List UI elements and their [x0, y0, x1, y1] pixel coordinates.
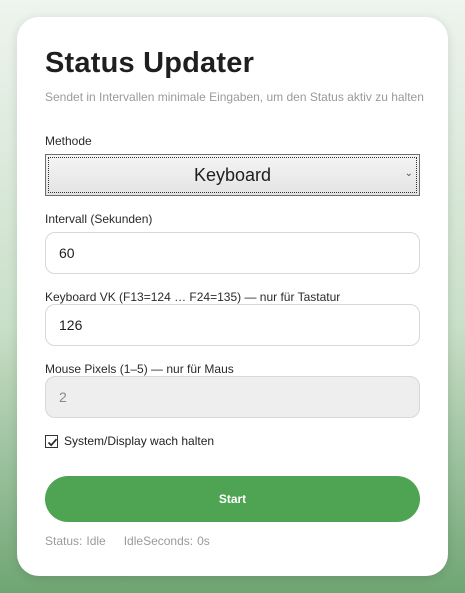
method-select[interactable]: Keyboard ⌄: [45, 154, 420, 196]
idle-seconds-value: 0s: [197, 534, 210, 548]
status-value: Idle: [86, 534, 106, 548]
page-title: Status Updater: [45, 47, 255, 79]
keyboard-vk-input[interactable]: 126: [45, 304, 420, 346]
keep-awake-checkbox[interactable]: [45, 434, 58, 448]
status-bar: Status: Idle IdleSeconds: 0s: [45, 534, 214, 548]
keyboard-vk-label: Keyboard VK (F13=124 … F24=135) — nur fü…: [45, 290, 341, 304]
status-label: Status:: [45, 534, 83, 548]
keep-awake-label: System/Display wach halten: [64, 434, 215, 448]
interval-input[interactable]: 60: [45, 232, 420, 274]
mouse-pixels-label: Mouse Pixels (1–5) — nur für Maus: [45, 362, 234, 376]
keep-awake-row[interactable]: System/Display wach halten: [45, 433, 214, 449]
method-label: Methode: [45, 134, 92, 148]
interval-label: Intervall (Sekunden): [45, 212, 153, 226]
method-selected-value: Keyboard: [193, 165, 272, 185]
main-card: Status Updater Sendet in Intervallen min…: [17, 17, 448, 576]
idle-seconds-label: IdleSeconds:: [123, 534, 194, 548]
checkmark-icon: [47, 438, 58, 446]
page-subtitle: Sendet in Intervallen minimale Eingaben,…: [45, 90, 424, 104]
start-button[interactable]: Start: [45, 476, 420, 522]
mouse-pixels-input: 2: [45, 376, 420, 418]
chevron-down-icon: ⌄: [404, 168, 413, 179]
